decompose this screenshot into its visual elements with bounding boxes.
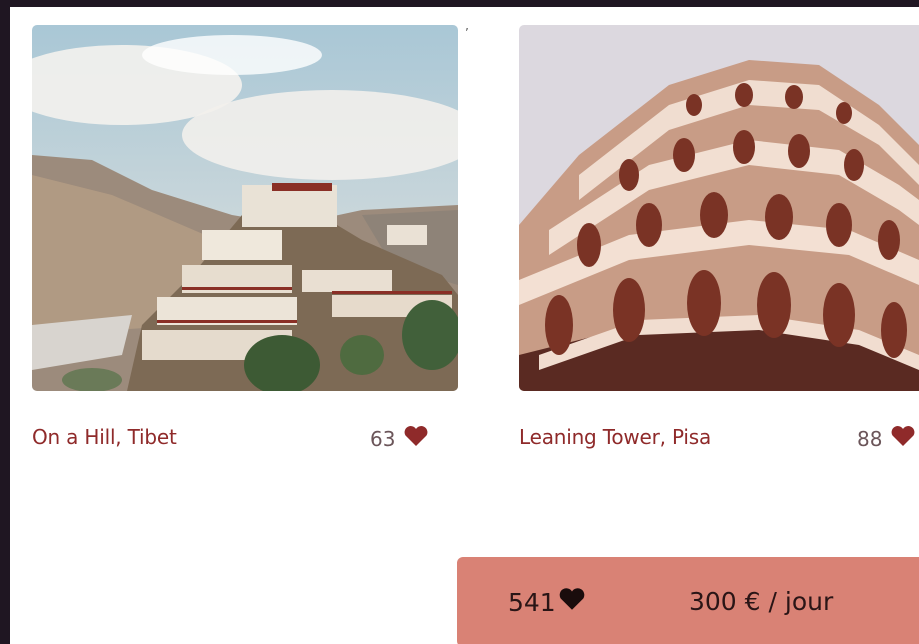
stray-mark: ’: [465, 26, 469, 40]
tibet-image: [32, 25, 458, 391]
page: ’ On a Hill, Tibet 63 Leaning Tower, Pis…: [10, 7, 919, 644]
photo-card-tibet[interactable]: On a Hill, Tibet 63: [32, 25, 458, 465]
like-counter[interactable]: 63: [370, 425, 429, 452]
heart-icon: [558, 587, 586, 617]
summary-bar: 541 300 € / jour: [457, 557, 919, 644]
heart-icon[interactable]: [403, 425, 429, 452]
photo-title: Leaning Tower, Pisa: [519, 425, 712, 449]
like-counter[interactable]: 88: [857, 425, 916, 452]
heart-icon[interactable]: [890, 425, 916, 452]
daily-price: 300 € / jour: [689, 587, 834, 616]
like-count: 88: [857, 426, 883, 451]
photo-tibet[interactable]: [32, 25, 458, 391]
like-count: 63: [370, 426, 396, 451]
photo-card-pisa[interactable]: Leaning Tower, Pisa 88: [519, 25, 919, 465]
photo-pisa[interactable]: [519, 25, 919, 391]
total-likes: 541: [508, 587, 586, 617]
total-likes-count: 541: [508, 587, 556, 617]
photo-title: On a Hill, Tibet: [32, 425, 177, 449]
pisa-image: [519, 25, 919, 391]
